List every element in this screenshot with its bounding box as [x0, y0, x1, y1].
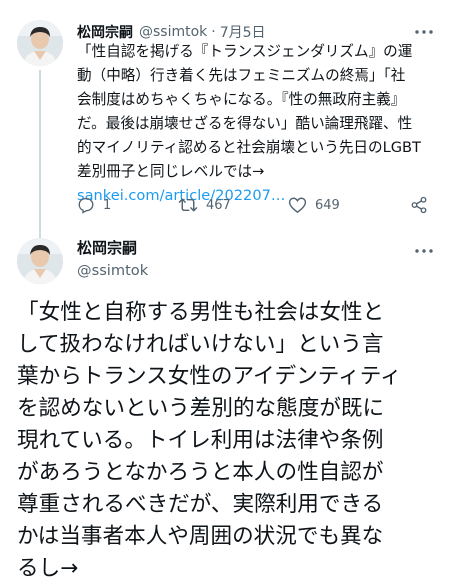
- thread-connector-line: [39, 70, 41, 238]
- tweet-text-line: 「性自認を掲げる『トランスジェンダリズム』の運: [77, 43, 413, 60]
- tweet-date[interactable]: 7月5日: [220, 22, 266, 42]
- tweet-text: 「女性と自称する男性も社会は女性と して扱わなければいけない」という言 葉からト…: [17, 297, 437, 585]
- like-count: 649: [315, 197, 340, 213]
- reply-icon: [77, 196, 95, 214]
- tweet-text-line: るし→: [17, 556, 79, 581]
- tweet-text-line: を認めないという差別的な態度が既に: [17, 396, 385, 421]
- author-handle[interactable]: @ssimtok: [139, 24, 207, 40]
- reply-count: 1: [103, 197, 112, 213]
- share-button[interactable]: [410, 193, 428, 217]
- more-icon[interactable]: [412, 241, 436, 261]
- avatar[interactable]: [17, 238, 63, 284]
- tweet-text-line: だ。最後は崩壊せざるを得ない」酷い論理飛躍、性: [77, 115, 413, 132]
- author-name[interactable]: 松岡宗嗣: [77, 238, 137, 258]
- tweet-text-line: かは当事者本人や周囲の状況でも異な: [17, 524, 384, 549]
- tweet-text-line: 尊重されるべきだが、実際利用できる: [17, 492, 384, 517]
- tweet-text-line: 的マイノリティ認めると社会崩壊という先日のLGBT: [77, 139, 421, 156]
- tweet-text-line: 「女性と自称する男性も社会は女性と: [17, 300, 385, 325]
- heart-icon: [288, 196, 307, 214]
- share-icon: [410, 196, 428, 214]
- tweet-text: 「性自認を掲げる『トランスジェンダリズム』の運 動（中略）行き着く先はフェミニズ…: [77, 40, 429, 208]
- tweet-text-line: して扱わなければいけない」という言: [17, 332, 384, 357]
- tweet-text-line: 葉からトランス女性のアイデンティティ: [17, 364, 402, 389]
- retweet-icon: [178, 196, 198, 214]
- retweet-button[interactable]: 467: [178, 193, 231, 217]
- retweet-count: 467: [206, 197, 231, 213]
- dot-separator: ·: [211, 24, 216, 40]
- author-name[interactable]: 松岡宗嗣: [77, 22, 133, 42]
- tweet-text-line: 会制度はめちゃくちゃになる。『性の無政府主義』: [77, 91, 406, 108]
- tweet-text-line: 差別冊子と同じレベルでは→: [77, 163, 265, 180]
- author-handle[interactable]: @ssimtok: [77, 262, 148, 280]
- reply-button[interactable]: 1: [77, 193, 111, 217]
- tweet-text-line: があろうとなかろうと本人の性自認が: [17, 460, 384, 485]
- tweet-text-line: 現れている。トイレ利用は法律や条例: [17, 428, 384, 453]
- avatar[interactable]: [17, 20, 63, 66]
- like-button[interactable]: 649: [288, 193, 340, 217]
- more-icon[interactable]: [412, 22, 436, 42]
- tweet-actions: 1 467 649: [77, 193, 437, 217]
- tweet-text-line: 動（中略）行き着く先はフェミニズムの終焉」「社: [77, 67, 406, 84]
